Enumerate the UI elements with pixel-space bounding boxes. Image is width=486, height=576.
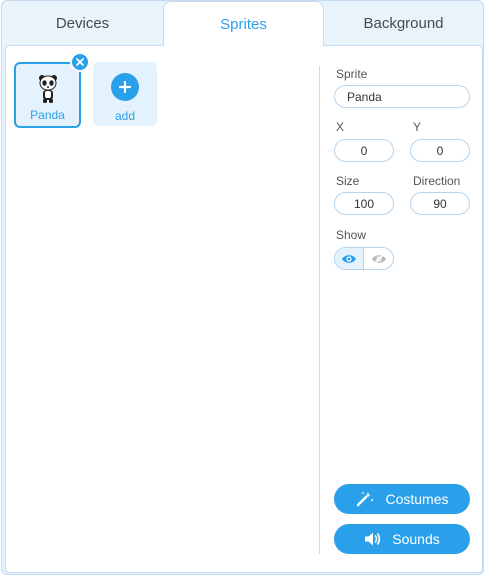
magic-wand-icon: [357, 492, 374, 507]
add-label: add: [114, 109, 136, 123]
direction-field[interactable]: 90: [410, 192, 470, 215]
direction-label: Direction: [413, 174, 461, 188]
delete-sprite-button[interactable]: [70, 52, 90, 72]
show-toggle: [334, 247, 394, 270]
close-icon: [76, 58, 84, 66]
eye-slash-icon: [371, 252, 386, 265]
show-hidden-button[interactable]: [364, 248, 393, 269]
speaker-icon: [365, 532, 381, 546]
sprite-name-field[interactable]: Panda: [334, 85, 470, 108]
y-label: Y: [413, 120, 422, 134]
tab-bar: Devices Sprites Background: [2, 1, 483, 46]
size-field[interactable]: 100: [334, 192, 394, 215]
show-label: Show: [336, 228, 367, 242]
x-field[interactable]: 0: [334, 139, 394, 162]
panel-divider: [319, 66, 320, 554]
size-label: Size: [336, 174, 360, 188]
sprites-panel: Panda add Sprite Panda X Y 0 0 Size Dire: [5, 45, 483, 573]
sprite-card-panda[interactable]: Panda: [14, 62, 81, 128]
panda-icon: [39, 75, 57, 103]
add-sprite-button[interactable]: add: [93, 62, 157, 126]
costumes-button[interactable]: Costumes: [334, 484, 470, 514]
costumes-label: Costumes: [385, 491, 449, 507]
tab-sprites[interactable]: Sprites: [163, 1, 324, 46]
sounds-label: Sounds: [392, 531, 440, 547]
show-visible-button[interactable]: [335, 248, 365, 269]
sprite-editor-window: Devices Sprites Background Panda add Spr…: [1, 0, 484, 575]
sounds-button[interactable]: Sounds: [334, 524, 470, 554]
plus-icon: [111, 73, 139, 101]
sprite-label: Sprite: [336, 67, 368, 81]
eye-icon: [342, 254, 356, 263]
tab-devices[interactable]: Devices: [2, 1, 163, 45]
tab-background[interactable]: Background: [324, 1, 483, 45]
y-field[interactable]: 0: [410, 139, 470, 162]
sprite-name-label: Panda: [30, 108, 65, 122]
x-label: X: [336, 120, 345, 134]
